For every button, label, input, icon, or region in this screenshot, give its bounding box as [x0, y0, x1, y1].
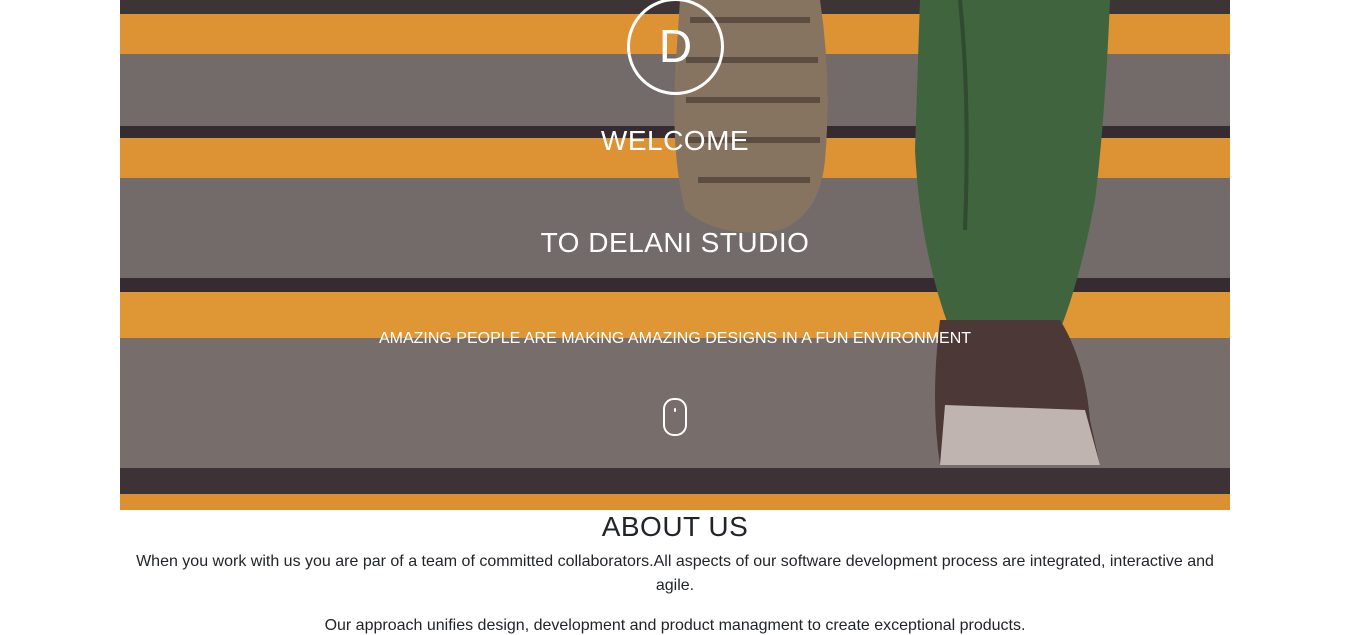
page: D WELCOME TO DELANI STUDIO AMAZING PEOPL…	[0, 0, 1348, 635]
welcome-heading: WELCOME	[600, 125, 750, 156]
logo-circle: D	[627, 0, 724, 95]
about-heading: ABOUT US	[601, 511, 749, 542]
about-paragraph-1: When you work with us you are par of a t…	[136, 553, 1214, 594]
hero-section: D WELCOME TO DELANI STUDIO AMAZING PEOPL…	[120, 0, 1230, 510]
mouse-icon[interactable]	[663, 398, 687, 436]
tagline: AMAZING PEOPLE ARE MAKING AMAZING DESIGN…	[378, 330, 972, 347]
about-section: ABOUT US When you work with us you are p…	[120, 510, 1230, 635]
about-paragraph-2: Our approach unifies design, development…	[324, 617, 1026, 634]
studio-heading: TO DELANI STUDIO	[540, 227, 810, 258]
